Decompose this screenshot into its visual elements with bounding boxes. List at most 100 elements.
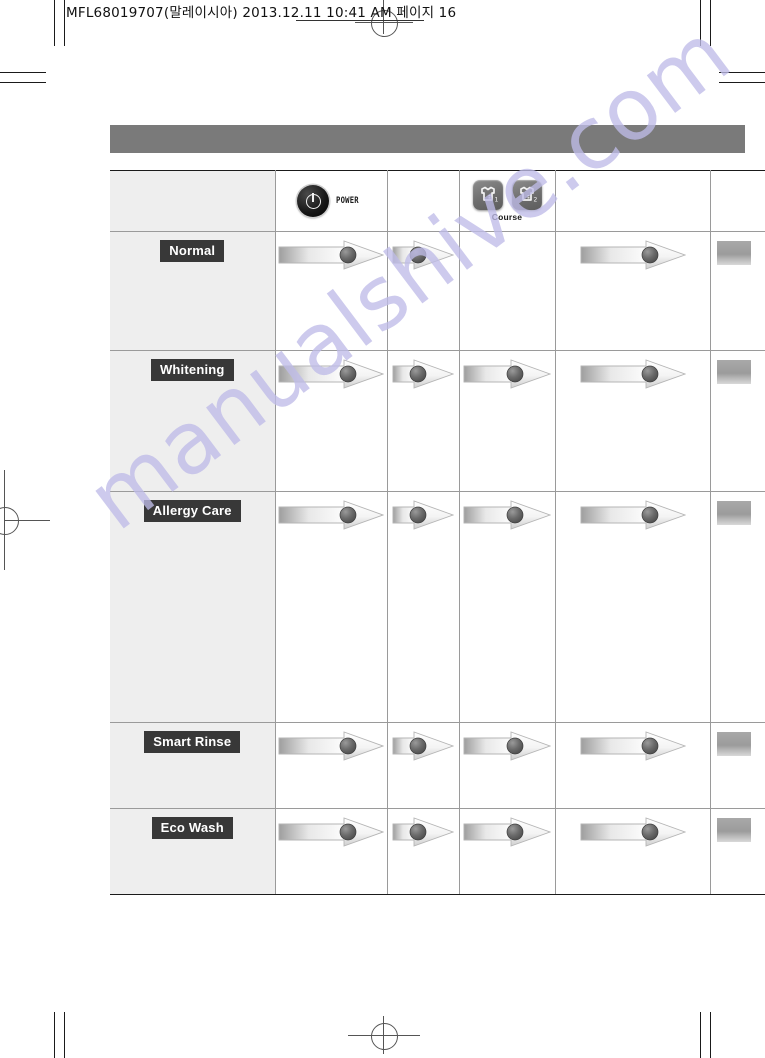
table-row: Eco Wash: [110, 808, 765, 895]
row-cell-2: [459, 350, 556, 492]
row-cell-3: [555, 491, 711, 723]
row-cell-3: [555, 808, 711, 895]
arrow-cell-content: [460, 723, 555, 761]
crop-mark-bottom-right-1: [700, 1012, 701, 1058]
prepress-header-underline: [296, 20, 424, 21]
row-label-cell: Whitening: [110, 350, 276, 492]
course-1-icon[interactable]: 1: [472, 180, 503, 210]
crop-mark-top-left-1: [54, 0, 55, 46]
manual-page: MFL68019707(말레이시아) 2013.12.11 10:41 AM 페…: [0, 0, 765, 1058]
power-icon[interactable]: [297, 185, 330, 217]
cut-off-swatch: [716, 241, 751, 265]
row-cell-edge: [710, 491, 765, 723]
progress-arrow-glyph: [463, 731, 551, 761]
header-label-cell: [110, 170, 276, 232]
header-cell-edge: [710, 170, 765, 232]
row-cell-2: [459, 231, 556, 351]
arrow-cell-content: [388, 351, 459, 389]
row-label-chip: Smart Rinse: [144, 731, 241, 753]
power-button-label: POWER: [336, 196, 360, 206]
arrow-cell-content: [388, 492, 459, 530]
row-label-chip: Eco Wash: [151, 817, 233, 839]
row-cell-edge: [710, 231, 765, 351]
arrow-cell-content: [556, 723, 710, 761]
row-cell-edge: [710, 808, 765, 895]
row-cell-1: [387, 808, 460, 895]
row-cell-1: [387, 491, 460, 723]
progress-arrow-glyph: [278, 240, 384, 270]
row-cell-3: [555, 350, 711, 492]
progress-arrow-glyph: [580, 500, 686, 530]
progress-arrow-glyph: [392, 359, 454, 389]
row-label-cell: Normal: [110, 231, 276, 351]
row-label-chip: Whitening: [150, 359, 234, 381]
progress-arrow-glyph: [580, 240, 686, 270]
progress-arrow-glyph: [580, 359, 686, 389]
arrow-cell-content: [276, 809, 387, 847]
arrow-cell-content: [388, 232, 459, 270]
progress-arrow-glyph: [392, 240, 454, 270]
course-button-group: 1 2 Course: [472, 180, 542, 222]
garment-1-glyph: 1: [480, 186, 498, 204]
row-label-cell: Eco Wash: [110, 808, 276, 895]
svg-text:1: 1: [494, 197, 498, 204]
row-cell-edge: [710, 722, 765, 809]
row-label-chip: Normal: [160, 240, 225, 262]
crop-mark-bottom-right-2: [710, 1012, 711, 1058]
arrow-cell-content: [460, 809, 555, 847]
arrow-cell-content: [276, 723, 387, 761]
arrow-cell-content: [388, 723, 459, 761]
row-cell-0: [275, 491, 388, 723]
power-button-group[interactable]: POWER: [297, 185, 365, 217]
cut-off-swatch: [716, 360, 751, 384]
arrow-cell-content: [276, 232, 387, 270]
progress-arrow-glyph: [278, 817, 384, 847]
table-row: Normal: [110, 231, 765, 351]
power-symbol-icon: [305, 192, 321, 209]
cut-off-swatch: [716, 501, 751, 525]
garment-2-glyph: 2: [519, 186, 537, 204]
arrow-cell-content: [556, 492, 710, 530]
row-cell-2: [459, 808, 556, 895]
progress-arrow-glyph: [392, 731, 454, 761]
progress-arrow-glyph: [278, 731, 384, 761]
registration-mark-bottom-circle: [371, 1023, 398, 1050]
arrow-cell-content: [556, 351, 710, 389]
svg-text:2: 2: [533, 197, 537, 204]
progress-arrow-glyph: [463, 359, 551, 389]
crop-mark-left-top-2: [0, 82, 46, 83]
section-header-band: [110, 125, 745, 153]
row-cell-1: [387, 231, 460, 351]
row-cell-0: [275, 722, 388, 809]
course-options-table: POWER 1 2 Course Normal Whitening Allerg…: [110, 170, 765, 895]
crop-mark-left-top-1: [0, 72, 46, 73]
progress-arrow-glyph: [580, 817, 686, 847]
header-cell-4: [555, 170, 711, 232]
course-2-icon[interactable]: 2: [511, 180, 542, 210]
arrow-cell-content: [388, 809, 459, 847]
arrow-cell-content: [276, 351, 387, 389]
row-cell-edge: [710, 350, 765, 492]
crop-mark-top-right-1: [700, 0, 701, 46]
row-cell-3: [555, 722, 711, 809]
header-cell-course: 1 2 Course: [459, 170, 556, 232]
arrow-cell-content: [460, 351, 555, 389]
prepress-header-text: MFL68019707(말레이시아) 2013.12.11 10:41 AM 페…: [66, 5, 457, 21]
row-cell-2: [459, 722, 556, 809]
row-cell-2: [459, 491, 556, 723]
progress-arrow-glyph: [278, 500, 384, 530]
progress-arrow-glyph: [463, 817, 551, 847]
course-caption: Course: [491, 212, 523, 222]
row-cell-1: [387, 350, 460, 492]
progress-arrow-glyph: [278, 359, 384, 389]
crop-mark-bottom-left-1: [54, 1012, 55, 1058]
table-header-row: POWER 1 2 Course: [110, 170, 765, 232]
progress-arrow-glyph: [580, 731, 686, 761]
crop-mark-top-right-2: [710, 0, 711, 46]
crop-mark-right-top-1: [719, 72, 765, 73]
arrow-cell-content: [460, 492, 555, 530]
cut-off-swatch: [716, 732, 751, 756]
arrow-cell-content: [556, 232, 710, 270]
row-cell-0: [275, 231, 388, 351]
registration-mark-left-circle: [0, 507, 19, 535]
